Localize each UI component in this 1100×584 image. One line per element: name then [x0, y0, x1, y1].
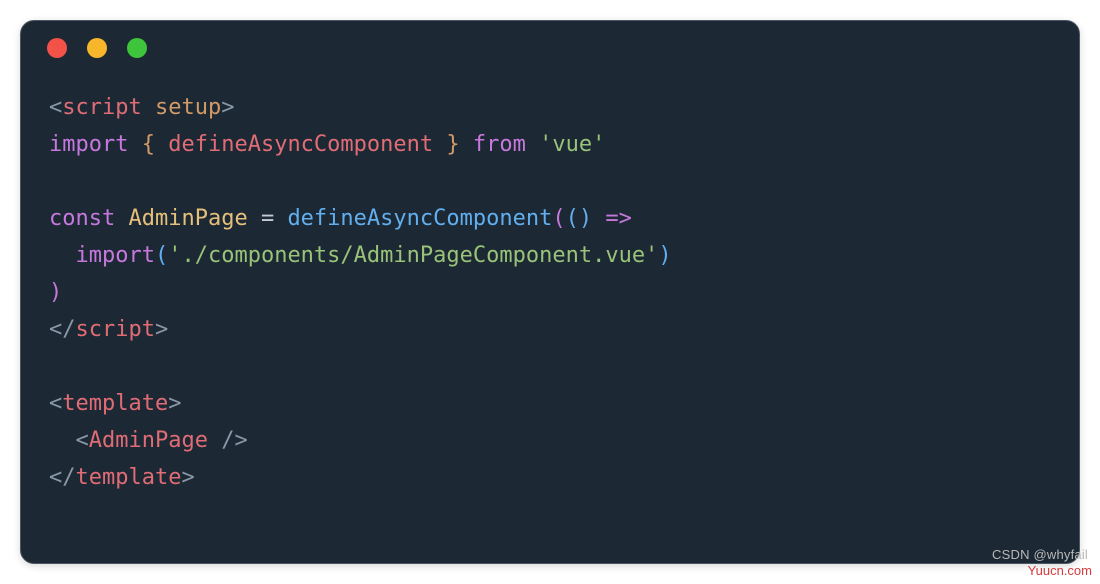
tag-name: script — [62, 95, 141, 120]
function-call: defineAsyncComponent — [287, 206, 552, 231]
paren: ) — [579, 206, 592, 231]
tag-bracket: </ — [49, 465, 76, 490]
tag-bracket: < — [76, 428, 89, 453]
tag-name: template — [76, 465, 182, 490]
tag-bracket: > — [155, 317, 168, 342]
tag-name: script — [76, 317, 155, 342]
keyword: import — [49, 132, 128, 157]
window-titlebar — [21, 21, 1079, 75]
tag-bracket: < — [49, 95, 62, 120]
arrow: => — [592, 206, 632, 231]
tag-bracket: > — [181, 465, 194, 490]
variable: AdminPage — [115, 206, 261, 231]
operator: = — [261, 206, 288, 231]
close-icon — [47, 38, 67, 58]
paren: ( — [552, 206, 565, 231]
tag-name: AdminPage — [89, 428, 208, 453]
brace: } — [433, 132, 473, 157]
paren: ( — [566, 206, 579, 231]
paren: ) — [658, 243, 671, 268]
string: 'vue' — [526, 132, 605, 157]
tag-bracket: < — [49, 391, 62, 416]
brand-text: Yuucn.com — [1028, 563, 1092, 578]
brace: { — [128, 132, 168, 157]
paren: ) — [49, 280, 62, 305]
tag-bracket: > — [168, 391, 181, 416]
minimize-icon — [87, 38, 107, 58]
keyword: from — [473, 132, 526, 157]
keyword: import — [76, 243, 155, 268]
tag-bracket: > — [221, 95, 234, 120]
string: './components/AdminPageComponent.vue' — [168, 243, 658, 268]
tag-bracket: </ — [49, 317, 76, 342]
attr-name: setup — [155, 95, 221, 120]
watermark-text: CSDN @whyfail — [992, 547, 1088, 562]
identifier: defineAsyncComponent — [168, 132, 433, 157]
keyword: const — [49, 206, 115, 231]
tag-bracket: /> — [208, 428, 248, 453]
paren: ( — [155, 243, 168, 268]
maximize-icon — [127, 38, 147, 58]
code-block: <script setup> import { defineAsyncCompo… — [21, 75, 1079, 496]
code-window: <script setup> import { defineAsyncCompo… — [20, 20, 1080, 564]
tag-name: template — [62, 391, 168, 416]
